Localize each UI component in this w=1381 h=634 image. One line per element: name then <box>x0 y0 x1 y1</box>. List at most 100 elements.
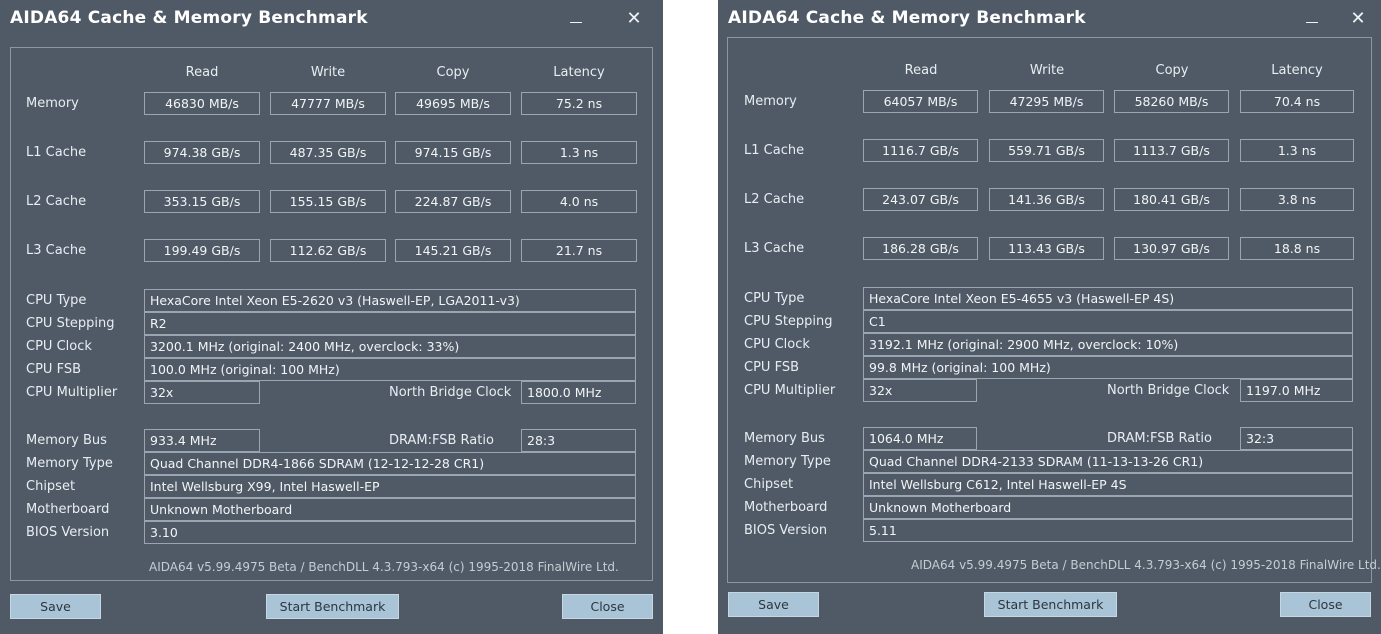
l1-copy-value: 974.15 GB/s <box>395 141 511 164</box>
minimize-button[interactable] <box>1300 6 1324 30</box>
chipset-label: Chipset <box>744 477 794 492</box>
header-latency: Latency <box>553 65 605 80</box>
cpu-stepping-value: R2 <box>144 312 636 335</box>
cpu-multiplier-label: CPU Multiplier <box>26 385 118 400</box>
start-benchmark-button[interactable]: Start Benchmark <box>984 592 1117 617</box>
save-button[interactable]: Save <box>728 592 819 617</box>
nb-clock-value: 1800.0 MHz <box>521 381 636 404</box>
cpu-type-value: HexaCore Intel Xeon E5-2620 v3 (Haswell-… <box>144 289 636 312</box>
row-label-l3: L3 Cache <box>744 241 805 256</box>
l1-read-value: 1116.7 GB/s <box>863 139 978 162</box>
l1-latency-value: 1.3 ns <box>1240 139 1354 162</box>
cpu-type-label: CPU Type <box>744 291 805 306</box>
memory-read-value: 64057 MB/s <box>863 90 978 113</box>
header-write: Write <box>310 65 346 80</box>
cpu-stepping-value: C1 <box>863 310 1353 333</box>
benchmark-window-2: AIDA64 Cache & Memory Benchmark ✕ Read W… <box>718 0 1381 634</box>
memory-write-value: 47295 MB/s <box>989 90 1104 113</box>
cpu-clock-label: CPU Clock <box>26 339 92 354</box>
row-label-l2: L2 Cache <box>26 194 87 209</box>
chipset-label: Chipset <box>26 479 76 494</box>
motherboard-label: Motherboard <box>26 502 110 517</box>
cpu-fsb-label: CPU FSB <box>744 360 799 375</box>
cpu-multiplier-value: 32x <box>144 381 260 404</box>
dram-ratio-value: 32:3 <box>1240 427 1353 450</box>
memory-bus-value: 933.4 MHz <box>144 429 260 452</box>
l3-copy-value: 130.97 GB/s <box>1114 237 1229 260</box>
save-button[interactable]: Save <box>10 594 101 619</box>
l3-read-value: 186.28 GB/s <box>863 237 978 260</box>
l3-write-value: 113.43 GB/s <box>989 237 1104 260</box>
l2-write-value: 155.15 GB/s <box>270 190 386 213</box>
memory-type-value: Quad Channel DDR4-1866 SDRAM (12-12-12-2… <box>144 452 636 475</box>
cpu-stepping-label: CPU Stepping <box>26 316 115 331</box>
cpu-type-label: CPU Type <box>26 293 87 308</box>
benchmark-window-1: AIDA64 Cache & Memory Benchmark ✕ Read W… <box>0 0 663 634</box>
bios-label: BIOS Version <box>744 523 828 538</box>
l2-read-value: 353.15 GB/s <box>144 190 260 213</box>
l2-write-value: 141.36 GB/s <box>989 188 1104 211</box>
header-read: Read <box>904 63 938 78</box>
chipset-value: Intel Wellsburg X99, Intel Haswell-EP <box>144 475 636 498</box>
close-icon: ✕ <box>1350 7 1366 29</box>
header-read: Read <box>185 65 219 80</box>
l1-write-value: 559.71 GB/s <box>989 139 1104 162</box>
chipset-value: Intel Wellsburg C612, Intel Haswell-EP 4… <box>863 473 1353 496</box>
memory-latency-value: 70.4 ns <box>1240 90 1354 113</box>
l2-latency-value: 4.0 ns <box>521 190 637 213</box>
l1-latency-value: 1.3 ns <box>521 141 637 164</box>
l3-read-value: 199.49 GB/s <box>144 239 260 262</box>
cpu-clock-value: 3200.1 MHz (original: 2400 MHz, overcloc… <box>144 335 636 358</box>
row-label-l1: L1 Cache <box>26 145 87 160</box>
minimize-icon <box>1306 21 1318 23</box>
motherboard-value: Unknown Motherboard <box>863 496 1353 519</box>
cpu-clock-label: CPU Clock <box>744 337 810 352</box>
l1-write-value: 487.35 GB/s <box>270 141 386 164</box>
memory-read-value: 46830 MB/s <box>144 92 260 115</box>
close-icon: ✕ <box>626 7 642 29</box>
row-label-l3: L3 Cache <box>26 243 87 258</box>
cpu-fsb-value: 99.8 MHz (original: 100 MHz) <box>863 356 1353 379</box>
row-label-memory: Memory <box>26 96 79 111</box>
version-footer: AIDA64 v5.99.4975 Beta / BenchDLL 4.3.79… <box>911 558 1381 572</box>
window-title: AIDA64 Cache & Memory Benchmark <box>728 8 1086 28</box>
memory-copy-value: 58260 MB/s <box>1114 90 1229 113</box>
cpu-fsb-label: CPU FSB <box>26 362 81 377</box>
close-window-button[interactable]: ✕ <box>622 6 646 30</box>
start-benchmark-button[interactable]: Start Benchmark <box>266 594 399 619</box>
bios-value: 5.11 <box>863 519 1353 542</box>
cpu-multiplier-label: CPU Multiplier <box>744 383 836 398</box>
l3-latency-value: 21.7 ns <box>521 239 637 262</box>
header-copy: Copy <box>1155 63 1189 78</box>
close-button[interactable]: Close <box>562 594 653 619</box>
memory-bus-label: Memory Bus <box>26 433 107 448</box>
window-title: AIDA64 Cache & Memory Benchmark <box>10 8 368 28</box>
cpu-fsb-value: 100.0 MHz (original: 100 MHz) <box>144 358 636 381</box>
motherboard-value: Unknown Motherboard <box>144 498 636 521</box>
header-copy: Copy <box>436 65 470 80</box>
row-label-l2: L2 Cache <box>744 192 805 207</box>
bios-value: 3.10 <box>144 521 636 544</box>
l1-copy-value: 1113.7 GB/s <box>1114 139 1229 162</box>
memory-latency-value: 75.2 ns <box>521 92 637 115</box>
l3-copy-value: 145.21 GB/s <box>395 239 511 262</box>
l2-read-value: 243.07 GB/s <box>863 188 978 211</box>
minimize-button[interactable] <box>564 6 588 30</box>
nb-clock-label: North Bridge Clock <box>389 385 512 400</box>
header-write: Write <box>1029 63 1065 78</box>
version-footer: AIDA64 v5.99.4975 Beta / BenchDLL 4.3.79… <box>149 560 619 574</box>
l1-read-value: 974.38 GB/s <box>144 141 260 164</box>
memory-type-label: Memory Type <box>744 454 831 469</box>
bios-label: BIOS Version <box>26 525 110 540</box>
memory-write-value: 47777 MB/s <box>270 92 386 115</box>
l2-latency-value: 3.8 ns <box>1240 188 1354 211</box>
header-latency: Latency <box>1271 63 1323 78</box>
l2-copy-value: 180.41 GB/s <box>1114 188 1229 211</box>
nb-clock-value: 1197.0 MHz <box>1240 379 1353 402</box>
l2-copy-value: 224.87 GB/s <box>395 190 511 213</box>
close-window-button[interactable]: ✕ <box>1346 6 1370 30</box>
close-button[interactable]: Close <box>1280 592 1371 617</box>
cpu-type-value: HexaCore Intel Xeon E5-4655 v3 (Haswell-… <box>863 287 1353 310</box>
cpu-clock-value: 3192.1 MHz (original: 2900 MHz, overcloc… <box>863 333 1353 356</box>
cpu-multiplier-value: 32x <box>863 379 977 402</box>
